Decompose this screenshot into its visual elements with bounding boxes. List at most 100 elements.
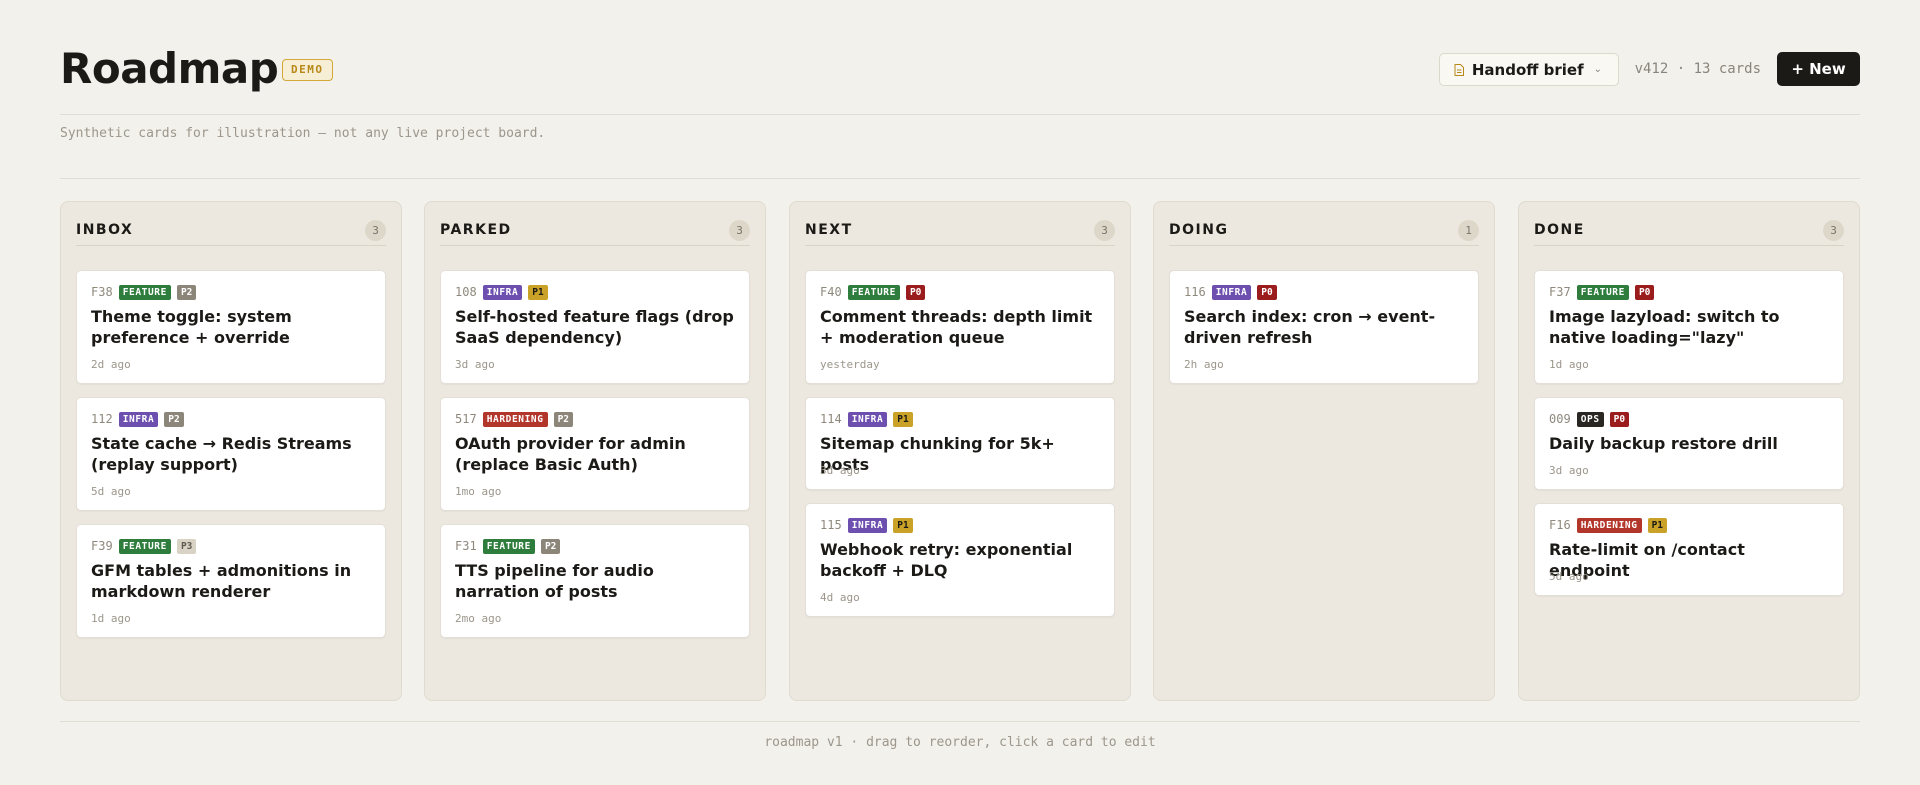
roadmap-card[interactable]: F37 FEATURE P0 Image lazyload: switch to na… xyxy=(1534,270,1844,384)
card-meta: 116 INFRA P0 xyxy=(1184,284,1277,300)
card-id: 009 xyxy=(1549,412,1571,426)
card-id: F38 xyxy=(91,285,113,299)
priority-badge: P2 xyxy=(540,538,561,554)
card-meta: 009 OPS P0 xyxy=(1549,411,1630,427)
priority-badge: P2 xyxy=(164,411,184,427)
column-count-badge: 3 xyxy=(1823,220,1844,241)
column-doing: DOING 1 116 INFRA P0 Search index: cron → eve… xyxy=(1153,201,1495,701)
card-timestamp: yesterday xyxy=(820,358,880,371)
priority-badge: P0 xyxy=(905,284,926,300)
kanban-board: INBOX 3 F38 FEATURE P2 Theme toggle: system p… xyxy=(60,201,1860,701)
priority-badge: P1 xyxy=(1647,517,1668,533)
card-title: Image lazyload: switch to native loading… xyxy=(1549,307,1780,347)
card-timestamp: 5d ago xyxy=(1549,570,1589,583)
card-id: 114 xyxy=(820,412,842,426)
card-id: F40 xyxy=(820,285,842,299)
priority-badge: P2 xyxy=(553,411,574,427)
card-id: 115 xyxy=(820,518,842,532)
card-id: 116 xyxy=(1184,285,1206,299)
card-meta: F31 FEATURE P2 xyxy=(455,538,561,554)
card-meta: F40 FEATURE P0 xyxy=(820,284,926,300)
card-id: F31 xyxy=(455,539,477,553)
column-title: NEXT xyxy=(805,222,853,238)
column-count-badge: 3 xyxy=(1094,220,1115,241)
column-title: PARKED xyxy=(440,222,512,238)
card-id: 112 xyxy=(91,412,113,426)
card-id: 108 xyxy=(455,285,477,299)
column-header: INBOX 3 xyxy=(76,220,386,246)
card-meta: 114 INFRA P1 xyxy=(820,411,913,427)
priority-badge: P0 xyxy=(1257,284,1277,300)
page-header: Roadmap DEMO Handoff brief ⌄ v412 · 13 c… xyxy=(60,44,1860,94)
category-tag: FEATURE xyxy=(847,284,900,300)
page-footer: roadmap v1 · drag to reorder, click a ca… xyxy=(764,735,1156,750)
roadmap-card[interactable]: 517 HARDENING P2 OAuth provider for admin (… xyxy=(440,397,750,511)
roadmap-card[interactable]: 115 INFRA P1 Webhook retry: exponential bac… xyxy=(805,503,1115,617)
roadmap-card[interactable]: F31 FEATURE P2 TTS pipeline for audio narra… xyxy=(440,524,750,638)
column-header: PARKED 3 xyxy=(440,220,750,246)
column-inbox: INBOX 3 F38 FEATURE P2 Theme toggle: system p… xyxy=(60,201,402,701)
priority-badge: P2 xyxy=(176,284,197,300)
handoff-brief-label: Handoff brief xyxy=(1471,60,1584,79)
card-id: F37 xyxy=(1549,285,1571,299)
card-timestamp: 4d ago xyxy=(820,591,860,604)
card-timestamp: 3d ago xyxy=(1549,464,1589,477)
roadmap-card[interactable]: F16 HARDENING P1 Rate-limit on /contact end… xyxy=(1534,503,1844,596)
board-divider xyxy=(60,178,1860,179)
category-tag: INFRA xyxy=(847,411,888,427)
roadmap-card[interactable]: 108 INFRA P1 Self-hosted feature flags (dro… xyxy=(440,270,750,384)
roadmap-card[interactable]: F39 FEATURE P3 GFM tables + admonitions in … xyxy=(76,524,386,638)
card-meta: 517 HARDENING P2 xyxy=(455,411,574,427)
category-tag: FEATURE xyxy=(118,284,171,300)
column-done: DONE 3 F37 FEATURE P0 Image lazyload: switch … xyxy=(1518,201,1860,701)
category-tag: INFRA xyxy=(482,284,523,300)
category-tag: INFRA xyxy=(847,517,888,533)
category-tag: INFRA xyxy=(1211,284,1252,300)
column-title: DONE xyxy=(1534,222,1585,238)
roadmap-card[interactable]: 112 INFRA P2 State cache → Redis Streams (r… xyxy=(76,397,386,511)
priority-badge: P1 xyxy=(893,411,913,427)
handoff-brief-button[interactable]: Handoff brief ⌄ xyxy=(1438,53,1619,86)
chevron-down-icon: ⌄ xyxy=(1593,64,1602,75)
roadmap-card[interactable]: F38 FEATURE P2 Theme toggle: system prefere… xyxy=(76,270,386,384)
card-title: Daily backup restore drill xyxy=(1549,434,1778,453)
card-timestamp: 3d ago xyxy=(820,464,860,477)
card-timestamp: 5d ago xyxy=(91,485,131,498)
card-timestamp: 1d ago xyxy=(91,612,131,625)
roadmap-card[interactable]: 114 INFRA P1 Sitemap chunking for 5k+ posts… xyxy=(805,397,1115,490)
roadmap-card[interactable]: F40 FEATURE P0 Comment threads: depth limit… xyxy=(805,270,1115,384)
card-title: Self-hosted feature flags (drop SaaS dep… xyxy=(455,307,734,347)
demo-badge: DEMO xyxy=(282,59,333,81)
page-title: Roadmap xyxy=(60,44,279,93)
priority-badge: P1 xyxy=(528,284,548,300)
roadmap-card[interactable]: 116 INFRA P0 Search index: cron → event-dri… xyxy=(1169,270,1479,384)
column-parked: PARKED 3 108 INFRA P1 Self-hosted feature fla… xyxy=(424,201,766,701)
column-count-badge: 3 xyxy=(365,220,386,241)
card-meta: F38 FEATURE P2 xyxy=(91,284,197,300)
card-title: OAuth provider for admin (replace Basic … xyxy=(455,434,686,474)
version-info: v412 · 13 cards xyxy=(1634,61,1761,77)
card-timestamp: 1mo ago xyxy=(455,485,502,498)
card-title: State cache → Redis Streams (replay supp… xyxy=(91,434,352,474)
card-title: Comment threads: depth limit + moderatio… xyxy=(820,307,1093,347)
card-id: F16 xyxy=(1549,518,1571,532)
footer-divider xyxy=(60,721,1860,722)
column-header: NEXT 3 xyxy=(805,220,1115,246)
priority-badge: P3 xyxy=(176,538,197,554)
roadmap-card[interactable]: 009 OPS P0 Daily backup restore drill 3d ago xyxy=(1534,397,1844,490)
card-timestamp: 2h ago xyxy=(1184,358,1224,371)
card-meta: F37 FEATURE P0 xyxy=(1549,284,1655,300)
card-timestamp: 3d ago xyxy=(455,358,495,371)
card-title: TTS pipeline for audio narration of post… xyxy=(455,561,654,601)
category-tag: INFRA xyxy=(118,411,159,427)
card-meta: 108 INFRA P1 xyxy=(455,284,548,300)
column-title: DOING xyxy=(1169,222,1229,238)
category-tag: OPS xyxy=(1576,411,1604,427)
card-meta: 112 INFRA P2 xyxy=(91,411,184,427)
card-title: Search index: cron → event-driven refres… xyxy=(1184,307,1436,347)
column-header: DOING 1 xyxy=(1169,220,1479,246)
new-card-button[interactable]: + New xyxy=(1777,52,1860,86)
page-subtitle: Synthetic cards for illustration — not a… xyxy=(60,126,546,141)
card-title: Rate-limit on /contact endpoint xyxy=(1549,540,1745,580)
card-title: Webhook retry: exponential backoff + DLQ xyxy=(820,540,1073,580)
